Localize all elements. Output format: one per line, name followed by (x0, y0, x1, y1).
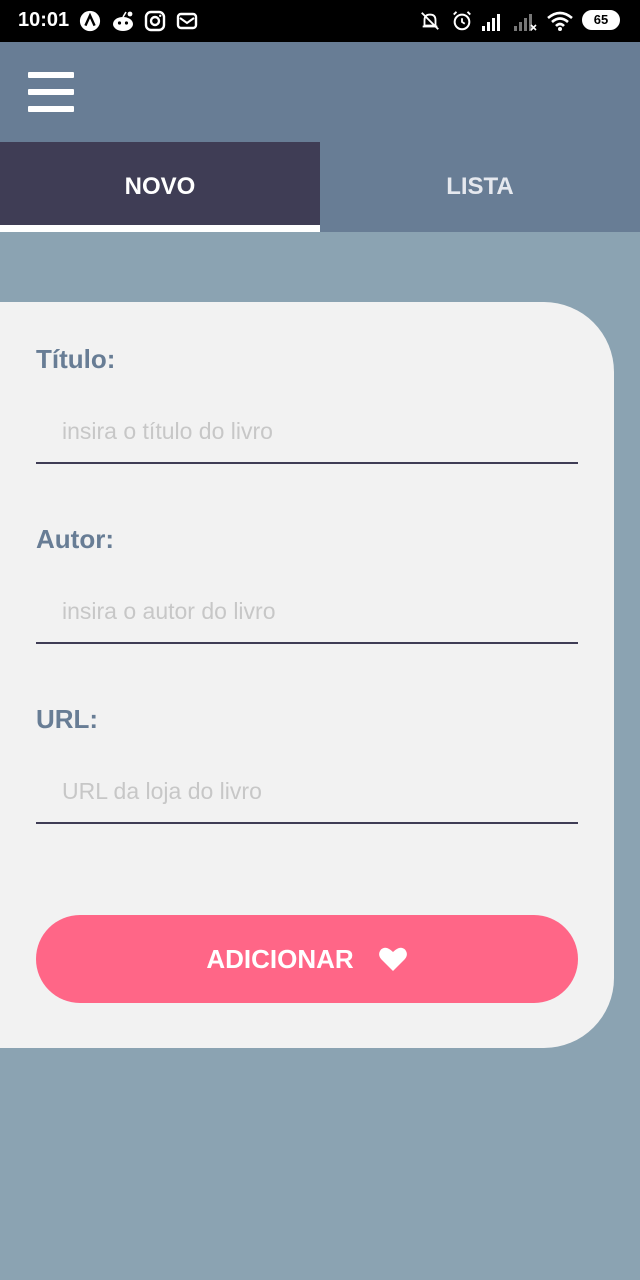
mute-icon (421, 12, 439, 30)
tab-novo-label: NOVO (124, 173, 196, 200)
tab-lista-label: LISTA (446, 173, 514, 200)
instagram-icon (144, 10, 166, 32)
titulo-input[interactable] (36, 400, 578, 464)
navigation-app-icon (79, 10, 101, 32)
autor-label: Autor: (36, 524, 114, 554)
wifi-icon (547, 11, 573, 31)
tab-lista[interactable]: LISTA (320, 142, 640, 232)
signal-icon (482, 14, 500, 31)
menu-icon[interactable] (28, 72, 74, 112)
adicionar-button[interactable]: ADICIONAR (36, 915, 578, 1003)
tab-novo[interactable]: NOVO (0, 142, 320, 232)
status-time: 10:01 (18, 9, 70, 31)
titulo-label: Título: (36, 344, 116, 374)
autor-input[interactable] (36, 580, 578, 644)
status-bar: 10:01 65 (0, 0, 640, 42)
tab-indicator (0, 225, 320, 232)
heart-icon (378, 947, 407, 971)
signal-secondary-icon (514, 14, 537, 31)
book-form-card: Título: Autor: URL: ADICIONAR (0, 302, 614, 1048)
mail-icon (176, 12, 198, 30)
url-input[interactable] (36, 760, 578, 824)
alarm-icon (453, 11, 471, 31)
reddit-icon (113, 11, 133, 31)
url-label: URL: (36, 704, 99, 734)
adicionar-button-label: ADICIONAR (206, 943, 354, 974)
tab-bar: NOVO LISTA (0, 142, 640, 232)
battery-icon: 65 (582, 10, 620, 30)
app-bar (0, 42, 640, 142)
